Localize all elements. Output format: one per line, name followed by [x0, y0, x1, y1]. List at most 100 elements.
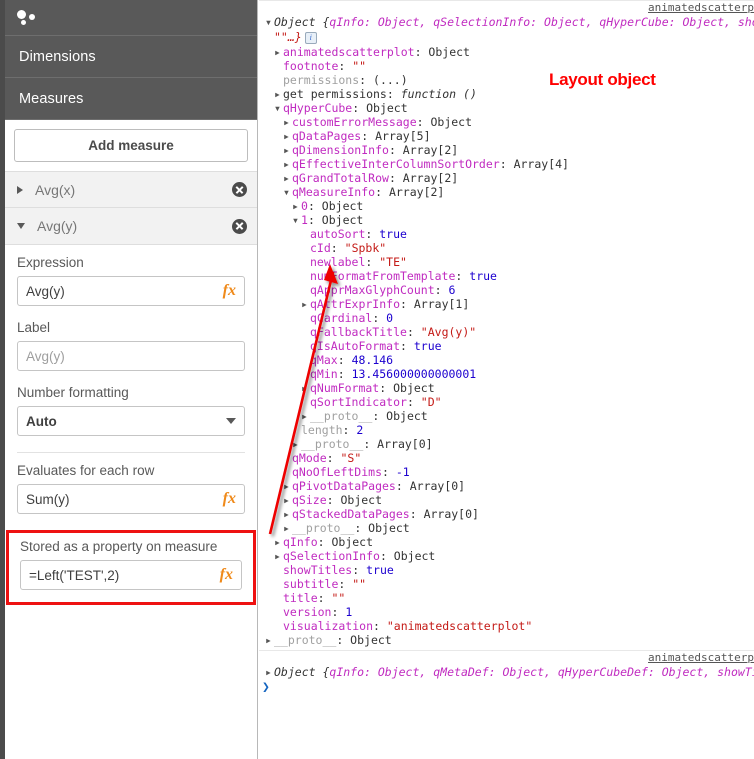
console-source-link-bottom[interactable]: animatedscatterp	[259, 651, 754, 665]
chevron-down-icon[interactable]	[265, 15, 274, 30]
fx-icon[interactable]: fx	[220, 566, 233, 584]
console-source-link-top[interactable]: animatedscatterp	[259, 1, 754, 15]
chevron-right-icon[interactable]	[274, 45, 283, 59]
json-tree-row[interactable]: qSortIndicator: "D"	[259, 395, 754, 409]
json-separator: :	[434, 283, 449, 297]
label-input[interactable]: Avg(y)	[17, 341, 245, 371]
json-tree-row[interactable]: subtitle: ""	[259, 577, 754, 591]
layout-object-header[interactable]: Object {qInfo: Object, qSelectionInfo: O…	[259, 15, 754, 45]
measure-item-avg-y[interactable]: Avg(y)	[5, 208, 257, 245]
chevron-right-icon[interactable]	[301, 297, 310, 311]
json-tree-row[interactable]: visualization: "animatedscatterplot"	[259, 619, 754, 633]
fx-icon[interactable]: fx	[223, 490, 236, 508]
chevron-down-icon[interactable]	[17, 223, 25, 229]
json-tree-row[interactable]: newlabel: "TE"	[259, 255, 754, 269]
json-tree-row[interactable]: qCardinal: 0	[259, 311, 754, 325]
section-dimensions-label: Dimensions	[19, 48, 96, 65]
def-object-header[interactable]: Object {qInfo: Object, qMetaDef: Object,…	[259, 665, 754, 680]
chevron-right-icon[interactable]	[292, 199, 301, 213]
json-tree-row[interactable]: qMeasureInfo: Array[2]	[259, 185, 754, 199]
chevron-right-icon[interactable]	[283, 129, 292, 143]
json-tree-row[interactable]: qSelectionInfo: Object	[259, 549, 754, 563]
json-tree-row[interactable]: __proto__: Array[0]	[259, 437, 754, 451]
chevron-right-icon[interactable]	[283, 479, 292, 493]
json-tree-row[interactable]: qApprMaxGlyphCount: 6	[259, 283, 754, 297]
section-dimensions[interactable]: Dimensions	[5, 36, 257, 78]
expression-input[interactable]: Avg(y) fx	[17, 276, 245, 306]
chevron-right-icon[interactable]	[283, 507, 292, 521]
remove-measure-icon[interactable]	[232, 218, 247, 234]
json-tree-row[interactable]: autoSort: true	[259, 227, 754, 241]
chevron-down-icon[interactable]	[274, 101, 283, 115]
number-formatting-select[interactable]: Auto	[17, 406, 245, 436]
json-tree-row[interactable]: cId: "Spbk"	[259, 241, 754, 255]
stored-property-input[interactable]: =Left('TEST',2) fx	[20, 560, 242, 590]
chevron-right-icon[interactable]	[283, 143, 292, 157]
json-tree-row[interactable]: footnote: ""	[259, 59, 754, 73]
chevron-right-icon[interactable]	[301, 409, 310, 423]
json-key: 1	[301, 213, 308, 227]
section-measures[interactable]: Measures	[5, 78, 257, 120]
json-tree-row[interactable]: qHyperCube: Object	[259, 101, 754, 115]
chevron-right-icon[interactable]	[283, 493, 292, 507]
chevron-right-icon[interactable]	[265, 665, 274, 680]
chevron-right-icon[interactable]	[17, 185, 23, 194]
chevron-right-icon[interactable]	[301, 381, 310, 395]
json-tree-row[interactable]: showTitles: true	[259, 563, 754, 577]
json-tree-row[interactable]: qSize: Object	[259, 493, 754, 507]
json-tree-row[interactable]: qFallbackTitle: "Avg(y)"	[259, 325, 754, 339]
chevron-right-icon[interactable]	[283, 157, 292, 171]
chevron-down-icon[interactable]	[292, 213, 301, 227]
json-tree-row[interactable]: qGrandTotalRow: Array[2]	[259, 171, 754, 185]
json-tree-row[interactable]: __proto__: Object	[259, 409, 754, 423]
json-value: Object	[321, 213, 364, 227]
chevron-right-icon[interactable]	[283, 171, 292, 185]
add-measure-button[interactable]: Add measure	[14, 129, 248, 162]
info-icon[interactable]: i	[304, 32, 317, 44]
evaluates-each-row-input[interactable]: Sum(y) fx	[17, 484, 245, 514]
chevron-right-icon[interactable]	[292, 437, 301, 451]
json-tree-row[interactable]: length: 2	[259, 423, 754, 437]
json-key: qMin	[310, 367, 338, 381]
chevron-right-icon[interactable]	[274, 549, 283, 563]
json-tree-row[interactable]: qDataPages: Array[5]	[259, 129, 754, 143]
json-tree-row[interactable]: version: 1	[259, 605, 754, 619]
chevron-right-icon[interactable]	[283, 521, 292, 535]
fx-icon[interactable]: fx	[223, 282, 236, 300]
chevron-right-icon[interactable]	[274, 535, 283, 549]
json-tree-row[interactable]: animatedscatterplot: Object	[259, 45, 754, 59]
chevron-down-icon[interactable]	[283, 185, 292, 199]
json-tree-row[interactable]: qDimensionInfo: Array[2]	[259, 143, 754, 157]
chevron-right-icon[interactable]	[265, 633, 274, 647]
json-tree-row[interactable]: qMin: 13.456000000000001	[259, 367, 754, 381]
json-tree-row[interactable]: qNumFormat: Object	[259, 381, 754, 395]
json-tree-row[interactable]: qAttrExprInfo: Array[1]	[259, 297, 754, 311]
json-tree-row[interactable]: qMode: "S"	[259, 451, 754, 465]
measure-item-avg-x-label: Avg(x)	[35, 181, 76, 198]
chevron-right-icon[interactable]	[283, 115, 292, 129]
json-tree-row[interactable]: 0: Object	[259, 199, 754, 213]
json-tree-row[interactable]: get permissions: function ()	[259, 87, 754, 101]
json-tree-row[interactable]: qIsAutoFormat: true	[259, 339, 754, 353]
json-tree-row[interactable]: numFormatFromTemplate: true	[259, 269, 754, 283]
json-tree-row[interactable]: qPivotDataPages: Array[0]	[259, 479, 754, 493]
json-tree-row[interactable]: __proto__: Object	[259, 633, 754, 647]
chevron-right-icon[interactable]	[274, 87, 283, 101]
json-tree-row[interactable]: title: ""	[259, 591, 754, 605]
json-key: qSelectionInfo	[283, 549, 380, 563]
console-prompt[interactable]: ❯	[259, 680, 754, 696]
json-separator: :	[406, 325, 421, 339]
json-tree-row[interactable]: permissions: (...)	[259, 73, 754, 87]
json-tree-row[interactable]: __proto__: Object	[259, 521, 754, 535]
json-tree-row[interactable]: 1: Object	[259, 213, 754, 227]
json-tree-row[interactable]: qEffectiveInterColumnSortOrder: Array[4]	[259, 157, 754, 171]
json-tree-row[interactable]: qNoOfLeftDims: -1	[259, 465, 754, 479]
remove-measure-icon[interactable]	[232, 182, 247, 197]
json-value: Array[1]	[413, 297, 470, 311]
json-tree-row[interactable]: qStackedDataPages: Array[0]	[259, 507, 754, 521]
json-tree-row[interactable]: qMax: 48.146	[259, 353, 754, 367]
json-value: Array[2]	[402, 171, 459, 185]
json-tree-row[interactable]: qInfo: Object	[259, 535, 754, 549]
json-tree-row[interactable]: customErrorMessage: Object	[259, 115, 754, 129]
measure-item-avg-x[interactable]: Avg(x)	[5, 171, 257, 208]
